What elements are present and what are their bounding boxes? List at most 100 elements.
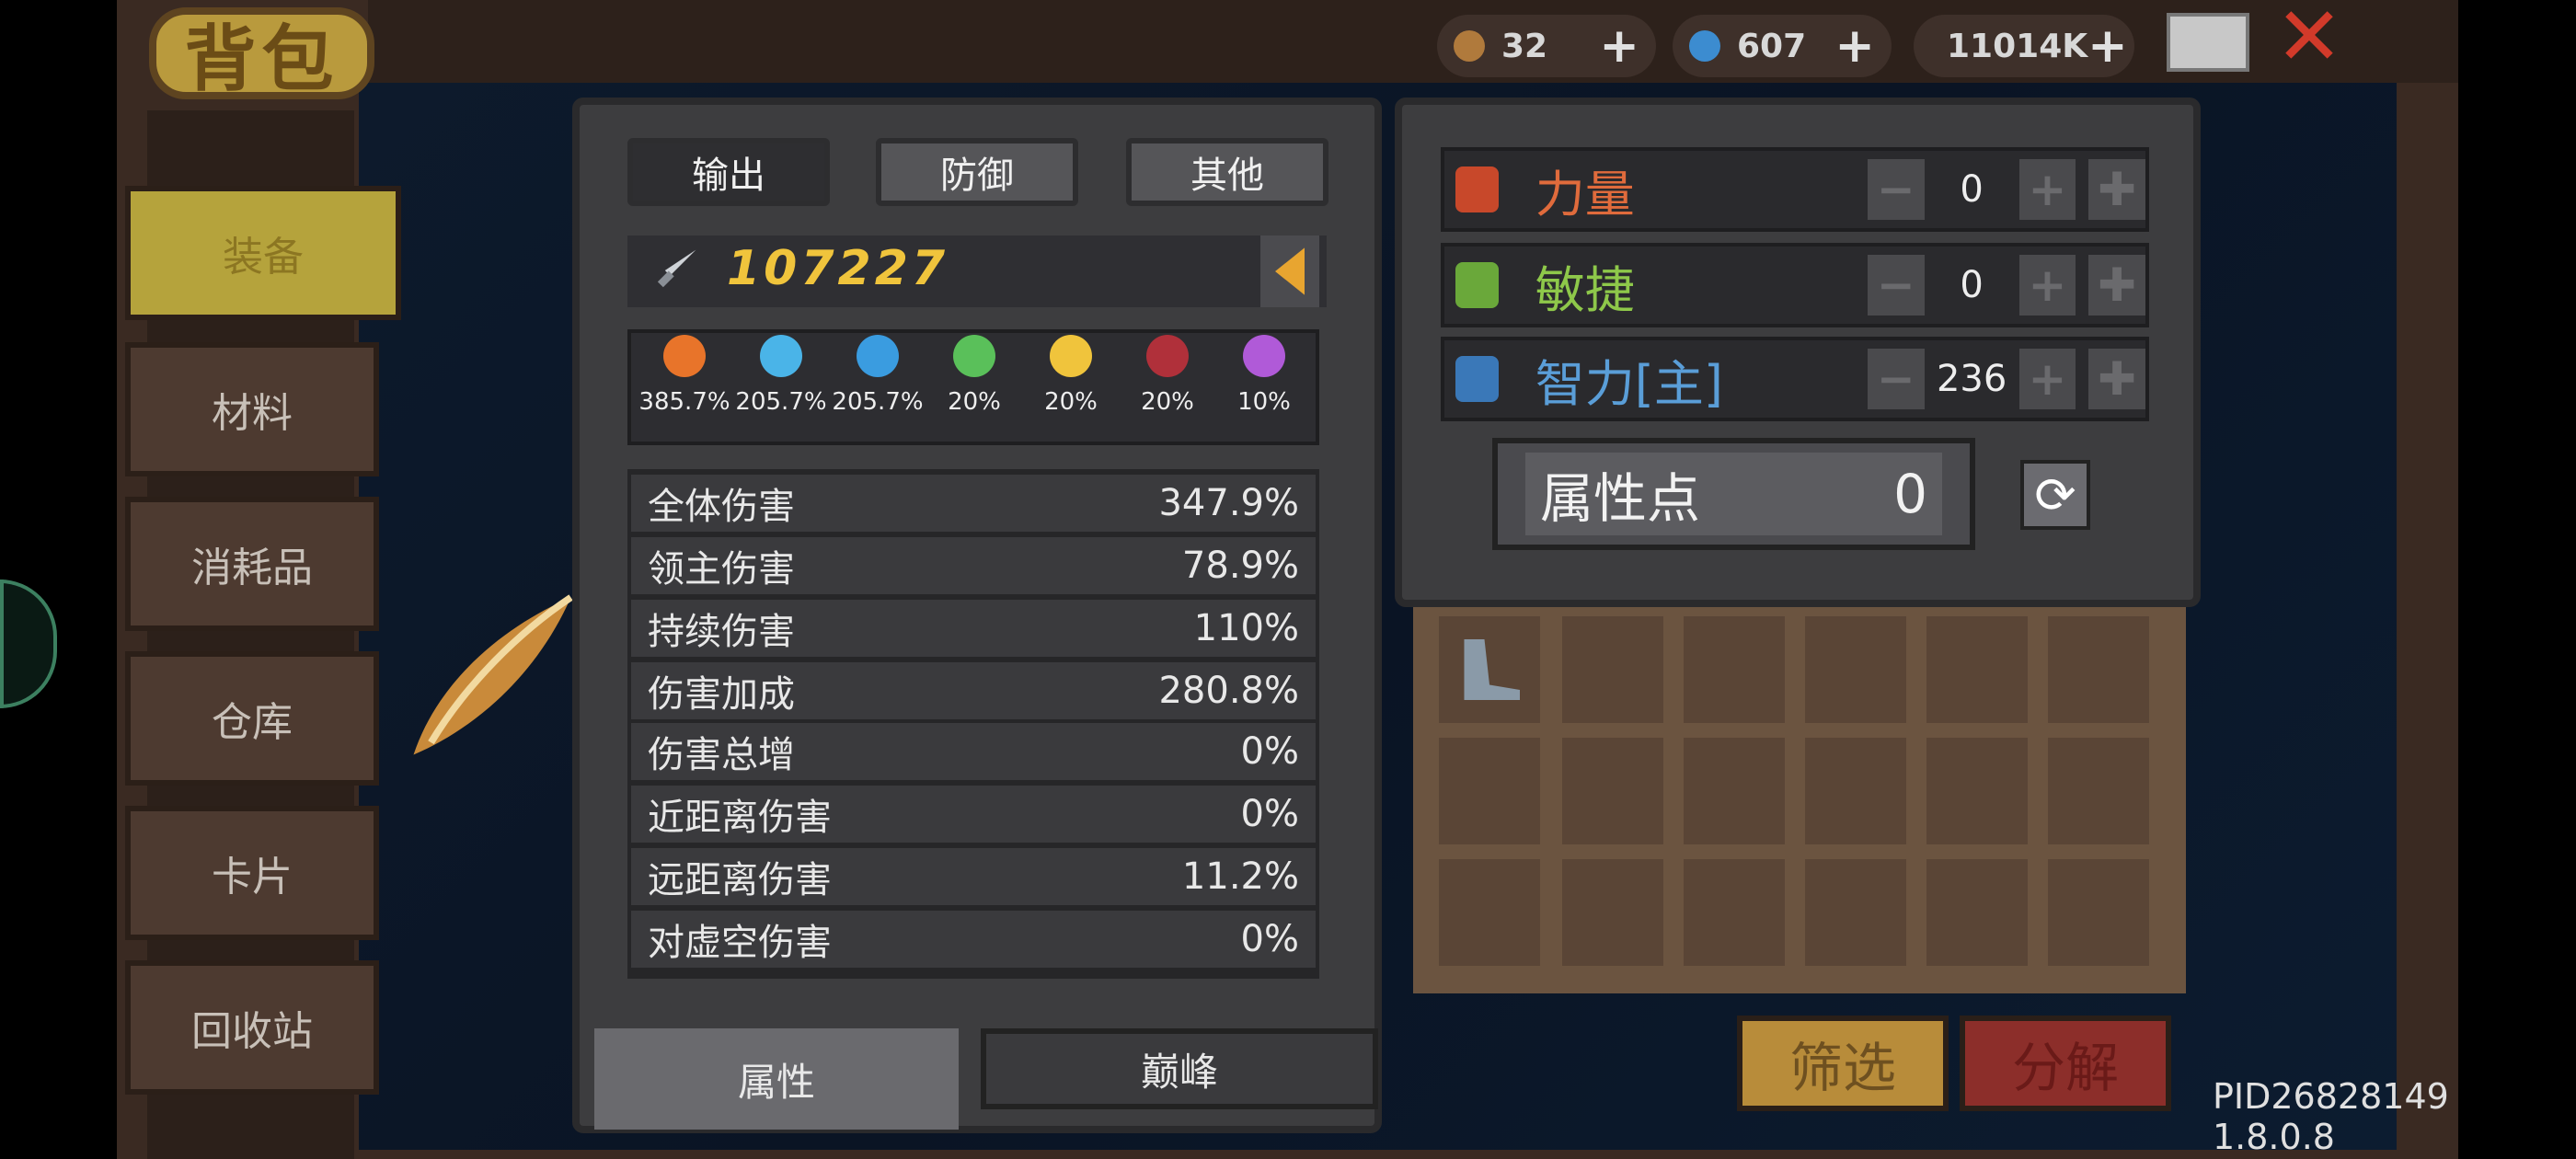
add-gems-button[interactable]: + <box>1834 18 1875 74</box>
inventory-slot[interactable] <box>1805 738 1906 844</box>
poison-skull-icon <box>953 335 995 377</box>
increase-max-button[interactable]: ✚ <box>2088 255 2145 316</box>
tab-output[interactable]: 输出 <box>627 138 830 206</box>
tab-pinnacle[interactable]: 巅峰 <box>981 1028 1378 1109</box>
element-void: 10% <box>1216 335 1312 416</box>
add-gold-button[interactable]: + <box>2087 18 2128 74</box>
points-value: 0 <box>1893 463 1927 525</box>
close-icon[interactable]: ✕ <box>2272 0 2346 77</box>
fist-icon <box>1455 166 1499 212</box>
add-arrows-button[interactable]: + <box>1599 18 1639 74</box>
tab-other[interactable]: 其他 <box>1126 138 1328 206</box>
sidebar-item-cards[interactable]: 卡片 <box>125 806 379 940</box>
attribute-points-box: 属性点 0 <box>1492 438 1975 550</box>
decrease-button[interactable]: − <box>1867 159 1925 220</box>
attr-name: 力量 <box>1535 165 1635 224</box>
stat-value: 347.9% <box>1158 482 1299 524</box>
stat-row: 伤害加成 280.8% <box>631 662 1316 719</box>
tab-attributes[interactable]: 属性 <box>594 1028 959 1130</box>
fire-icon <box>663 335 706 377</box>
stat-label: 领主伤害 <box>648 548 795 591</box>
inventory-slot[interactable] <box>2048 616 2149 723</box>
inventory-slot[interactable] <box>2048 859 2149 966</box>
sidebar-item-equipment[interactable]: 装备 <box>125 186 401 320</box>
inventory-slot[interactable] <box>1684 859 1785 966</box>
stat-value: 0% <box>1240 918 1299 960</box>
reset-attributes-button[interactable]: ⟳ <box>2020 460 2090 530</box>
stat-row: 远距离伤害 11.2% <box>631 848 1316 905</box>
sword-icon <box>657 249 696 288</box>
inventory-slot[interactable] <box>1684 738 1785 844</box>
inventory-slot[interactable] <box>1562 616 1663 723</box>
inventory-slot[interactable] <box>1805 616 1906 723</box>
increase-max-button[interactable]: ✚ <box>2088 159 2145 220</box>
sidebar-item-consumables[interactable]: 消耗品 <box>125 497 379 631</box>
inventory-slot[interactable] <box>1439 616 1540 723</box>
stat-row: 持续伤害 110% <box>631 600 1316 657</box>
stat-row: 全体伤害 347.9% <box>631 475 1316 532</box>
inventory-slot[interactable] <box>1926 859 2028 966</box>
inventory-slot[interactable] <box>2048 738 2149 844</box>
inventory-slot[interactable] <box>1805 859 1906 966</box>
element-value: 20% <box>948 388 1001 416</box>
currency-gems: 607 + <box>1673 15 1892 77</box>
inventory-slot[interactable] <box>1926 616 2028 723</box>
player-id-version: PID26828149 1.8.0.8 <box>2213 1076 2449 1157</box>
element-poison: 20% <box>926 335 1022 416</box>
sun-icon <box>1050 335 1092 377</box>
increase-button[interactable]: + <box>2018 349 2076 409</box>
leaf-blade-icon <box>413 594 573 755</box>
filter-button[interactable]: 筛选 <box>1737 1016 1949 1111</box>
arrow-quiver-icon <box>1454 30 1485 62</box>
currency-value: 607 <box>1737 27 1807 65</box>
inventory-slot[interactable] <box>1439 738 1540 844</box>
attr-value: 0 <box>1960 168 1984 211</box>
element-value: 20% <box>1044 388 1098 416</box>
currency-value: 32 <box>1501 27 1548 65</box>
element-value: 385.7% <box>638 388 730 416</box>
crescent-moon-icon <box>1146 335 1189 377</box>
element-light: 20% <box>1023 335 1119 416</box>
inventory-slot[interactable] <box>1439 859 1540 966</box>
book-icon <box>1455 356 1499 402</box>
element-value: 20% <box>1141 388 1194 416</box>
inventory-slot[interactable] <box>1562 859 1663 966</box>
tab-defense[interactable]: 防御 <box>876 138 1078 206</box>
mail-icon[interactable] <box>2167 13 2249 72</box>
inventory-slot[interactable] <box>1926 738 2028 844</box>
combat-power-value: 107227 <box>727 241 949 296</box>
stat-label: 伤害总增 <box>648 734 795 776</box>
feather-icon <box>1455 262 1499 308</box>
increase-button[interactable]: + <box>2018 255 2076 316</box>
decompose-button[interactable]: 分解 <box>1960 1016 2171 1111</box>
currency-gold: 11014K + <box>1914 15 2134 77</box>
decrease-button[interactable]: − <box>1867 349 1925 409</box>
stat-row: 领主伤害 78.9% <box>631 537 1316 594</box>
collapse-arrow-button[interactable] <box>1260 235 1319 307</box>
inventory-slot[interactable] <box>1684 616 1785 723</box>
page-title: 背包 <box>149 7 374 101</box>
stat-value: 110% <box>1193 607 1299 649</box>
attr-value: 236 <box>1936 358 2007 400</box>
increase-button[interactable]: + <box>2018 159 2076 220</box>
sidebar-item-recycle[interactable]: 回收站 <box>125 960 379 1095</box>
inventory-grid <box>1413 607 2186 993</box>
inventory-slot[interactable] <box>1562 738 1663 844</box>
element-lightning: 205.7% <box>830 335 926 416</box>
ice-crystal-icon <box>760 335 802 377</box>
element-value: 205.7% <box>735 388 827 416</box>
element-value: 10% <box>1237 388 1291 416</box>
element-ice: 205.7% <box>733 335 829 416</box>
stat-value: 78.9% <box>1181 545 1299 587</box>
attr-value: 0 <box>1960 264 1984 306</box>
stat-row: 近距离伤害 0% <box>631 786 1316 843</box>
stat-row: 对虚空伤害 0% <box>631 911 1316 968</box>
decrease-button[interactable]: − <box>1867 255 1925 316</box>
stat-label: 持续伤害 <box>648 611 795 653</box>
sidebar-item-materials[interactable]: 材料 <box>125 342 379 476</box>
increase-max-button[interactable]: ✚ <box>2088 349 2145 409</box>
side-float-badge[interactable] <box>0 580 57 708</box>
sidebar-item-warehouse[interactable]: 仓库 <box>125 651 379 786</box>
currency-value: 11014K <box>1947 27 2088 65</box>
attr-name: 敏捷 <box>1535 260 1635 319</box>
